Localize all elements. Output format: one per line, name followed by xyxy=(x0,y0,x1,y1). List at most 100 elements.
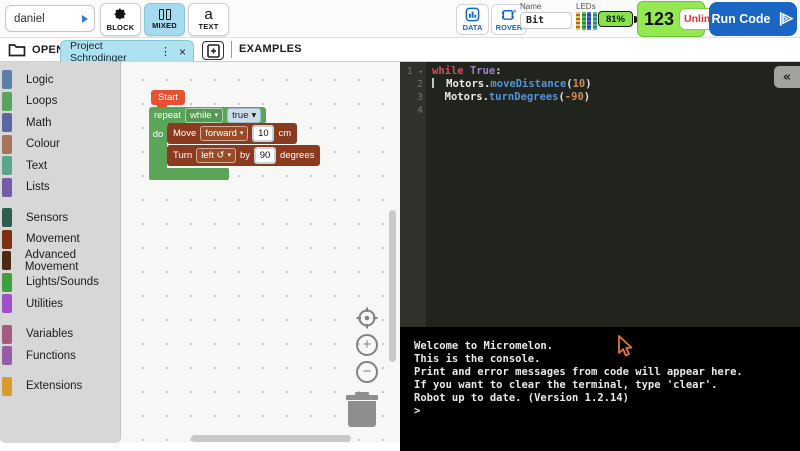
block-editor-pane: Logic Loops Math Colour Text xyxy=(0,62,400,451)
move-direction-dropdown[interactable]: forward ▾ xyxy=(200,126,248,141)
recenter-button[interactable] xyxy=(354,305,380,331)
console-line: Welcome to Micromelon. xyxy=(414,340,800,353)
repeat-block[interactable]: repeat while ▾ true ▾ xyxy=(149,107,266,124)
category-logic[interactable]: Logic xyxy=(0,69,120,91)
category-extensions[interactable]: Extensions xyxy=(0,376,120,398)
turn-degrees-socket: 90 xyxy=(254,147,276,164)
main-area: Logic Loops Math Colour Text xyxy=(0,62,800,451)
mouse-cursor-icon xyxy=(616,334,634,358)
rover-number: 123 xyxy=(644,9,674,30)
trash-icon[interactable] xyxy=(345,392,379,427)
text-mode-button[interactable]: a TEXT xyxy=(188,3,229,36)
collapse-editor-button[interactable]: « xyxy=(774,66,800,88)
code-line-4 xyxy=(426,104,800,117)
new-file-icon xyxy=(207,44,220,58)
battery-indicator: 81% xyxy=(598,11,633,27)
repeat-block-foot[interactable] xyxy=(149,168,229,180)
category-group: Extensions xyxy=(0,376,120,398)
category-math[interactable]: Math xyxy=(0,112,120,134)
repeat-block-do-arm[interactable]: do xyxy=(149,124,167,168)
data-button-label: DATA xyxy=(463,23,483,32)
folder-icon xyxy=(8,43,26,57)
category-movement[interactable]: Movement xyxy=(0,229,120,251)
category-color-chip xyxy=(2,70,12,89)
block-canvas[interactable]: Start repeat while ▾ true ▾ do xyxy=(121,62,400,443)
start-block[interactable]: Start xyxy=(151,90,185,105)
open-button[interactable]: OPEN xyxy=(8,38,64,61)
category-loops[interactable]: Loops xyxy=(0,91,120,113)
category-color-chip xyxy=(2,135,12,154)
move-block[interactable]: Move forward ▾ 10 cm xyxy=(167,123,297,144)
category-color-chip xyxy=(2,156,12,175)
link-status-panel: 123 Unlink xyxy=(637,1,705,37)
fold-marker-icon[interactable]: ▾ xyxy=(419,68,423,76)
code-editor[interactable]: 1 ▾ 2 3 4 while True: Motors.moveDistanc… xyxy=(400,62,800,327)
tab-close-icon[interactable]: × xyxy=(177,45,188,59)
tab-divider xyxy=(231,41,232,58)
code-line-3: Motors.turnDegrees(-90) xyxy=(426,91,800,104)
mixed-panes-icon xyxy=(159,9,171,20)
category-color-chip xyxy=(2,294,12,313)
block-mode-label: BLOCK xyxy=(107,23,135,32)
category-utilities[interactable]: Utilities xyxy=(0,293,120,315)
zoom-out-button[interactable]: − xyxy=(356,361,378,383)
block-mode-button[interactable]: BLOCK xyxy=(100,3,141,36)
category-color-chip xyxy=(2,208,12,227)
repeat-condition-dropdown[interactable]: true ▾ xyxy=(227,108,261,123)
chart-icon xyxy=(465,7,480,22)
code-content[interactable]: while True: Motors.moveDistance(10) Moto… xyxy=(426,65,800,117)
project-name-input[interactable]: daniel xyxy=(5,5,95,32)
new-file-button[interactable] xyxy=(202,41,224,60)
run-code-label: Run Code xyxy=(711,12,770,26)
category-variables[interactable]: Variables xyxy=(0,324,120,346)
leds-group: LEDs xyxy=(576,2,597,30)
category-color-chip xyxy=(2,92,12,111)
chevron-down-icon: ▾ xyxy=(215,112,219,119)
turn-direction-dropdown[interactable]: left ↺ ▾ xyxy=(196,148,236,163)
console-panel[interactable]: Welcome to Micromelon. This is the conso… xyxy=(400,327,800,451)
tab-menu-icon[interactable]: ⋮ xyxy=(158,45,173,58)
category-color-chip xyxy=(2,325,12,344)
canvas-horizontal-scrollbar[interactable] xyxy=(191,435,351,442)
robot-name-input[interactable]: Bit xyxy=(520,12,572,29)
category-advanced-movement[interactable]: Advanced Movement xyxy=(0,250,120,272)
category-color-chip xyxy=(2,230,12,249)
turn-degrees-input[interactable]: 90 xyxy=(256,149,274,162)
canvas-vertical-scrollbar[interactable] xyxy=(389,210,396,362)
examples-tab[interactable]: EXAMPLES xyxy=(239,43,302,55)
leds-indicator-icon[interactable] xyxy=(576,12,597,30)
line-number-gutter: 1 ▾ 2 3 4 xyxy=(400,62,426,327)
tab-project-schrodinger[interactable]: Project Schrodinger ⋮ × xyxy=(60,40,194,62)
run-code-button[interactable]: Run Code xyxy=(709,2,797,36)
mixed-mode-button[interactable]: MIXED xyxy=(144,3,185,36)
category-text[interactable]: Text xyxy=(0,155,120,177)
move-distance-input[interactable]: 10 xyxy=(254,127,272,140)
tab-title: Project Schrodinger xyxy=(70,40,154,64)
category-lights-sounds[interactable]: Lights/Sounds xyxy=(0,272,120,294)
chevron-down-icon: ▾ xyxy=(251,110,256,121)
category-color-chip xyxy=(2,178,12,197)
console-line: Robot up to date. (Version 1.2.14) xyxy=(414,392,800,405)
name-label: Name xyxy=(520,2,572,11)
battery-percent: 81% xyxy=(606,14,625,25)
puzzle-icon xyxy=(113,7,128,22)
repeat-mode-dropdown[interactable]: while ▾ xyxy=(185,108,223,123)
project-dropdown-caret-icon[interactable] xyxy=(82,15,88,23)
text-mode-label: TEXT xyxy=(199,22,219,31)
block-category-sidebar: Logic Loops Math Colour Text xyxy=(0,62,121,443)
category-functions[interactable]: Functions xyxy=(0,345,120,367)
console-line: If you want to clear the terminal, type … xyxy=(414,379,800,392)
data-button[interactable]: DATA xyxy=(456,4,489,35)
mixed-mode-label: MIXED xyxy=(152,21,177,30)
category-colour[interactable]: Colour xyxy=(0,134,120,156)
category-color-chip xyxy=(2,377,12,396)
rover-button-label: ROVER xyxy=(496,23,523,32)
chevron-down-icon: ▾ xyxy=(227,152,231,159)
turn-block[interactable]: Turn left ↺ ▾ by 90 degrees xyxy=(167,145,320,166)
tab-bar: OPEN Project Schrodinger ⋮ × EXAMPLES xyxy=(0,38,800,62)
category-group: Variables Functions xyxy=(0,324,120,367)
zoom-in-button[interactable]: + xyxy=(356,334,378,356)
category-sensors[interactable]: Sensors xyxy=(0,207,120,229)
category-color-chip xyxy=(2,113,12,132)
category-lists[interactable]: Lists xyxy=(0,177,120,199)
